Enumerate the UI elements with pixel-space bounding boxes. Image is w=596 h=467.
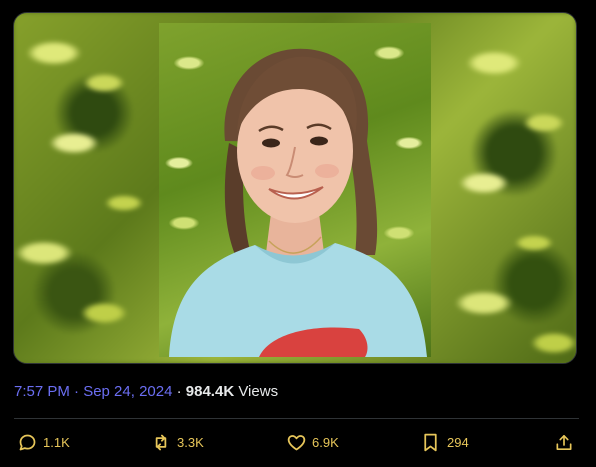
share-button[interactable] <box>554 430 574 454</box>
tweet-media-card[interactable] <box>13 12 577 364</box>
portrait-photo[interactable] <box>159 23 431 357</box>
views-label: Views <box>234 383 279 400</box>
meta-separator: · <box>172 383 186 400</box>
like-button[interactable]: 6.9K <box>286 430 339 454</box>
bookmark-count: 294 <box>447 434 469 450</box>
reply-count: 1.1K <box>43 434 70 450</box>
repost-button[interactable]: 3.3K <box>150 430 204 454</box>
bookmark-icon <box>421 432 440 453</box>
heart-icon <box>286 432 307 453</box>
views-count: 984.4K <box>185 383 235 400</box>
repost-count: 3.3K <box>177 434 204 450</box>
portrait-illustration <box>169 48 427 357</box>
reply-button[interactable]: 1.1K <box>17 430 70 454</box>
share-icon <box>554 432 574 453</box>
repost-icon <box>150 432 172 453</box>
tweet-meta-line: 7:57 PM · Sep 24, 2024 · 984.4K Views <box>14 383 278 401</box>
like-count: 6.9K <box>312 434 339 450</box>
action-divider <box>14 418 579 419</box>
tweet-timestamp[interactable]: 7:57 PM · Sep 24, 2024 <box>14 383 172 400</box>
bookmark-button[interactable]: 294 <box>421 430 469 454</box>
tweet-action-bar: 1.1K 3.3K 6.9K 294 <box>14 430 580 454</box>
reply-icon <box>17 432 38 453</box>
